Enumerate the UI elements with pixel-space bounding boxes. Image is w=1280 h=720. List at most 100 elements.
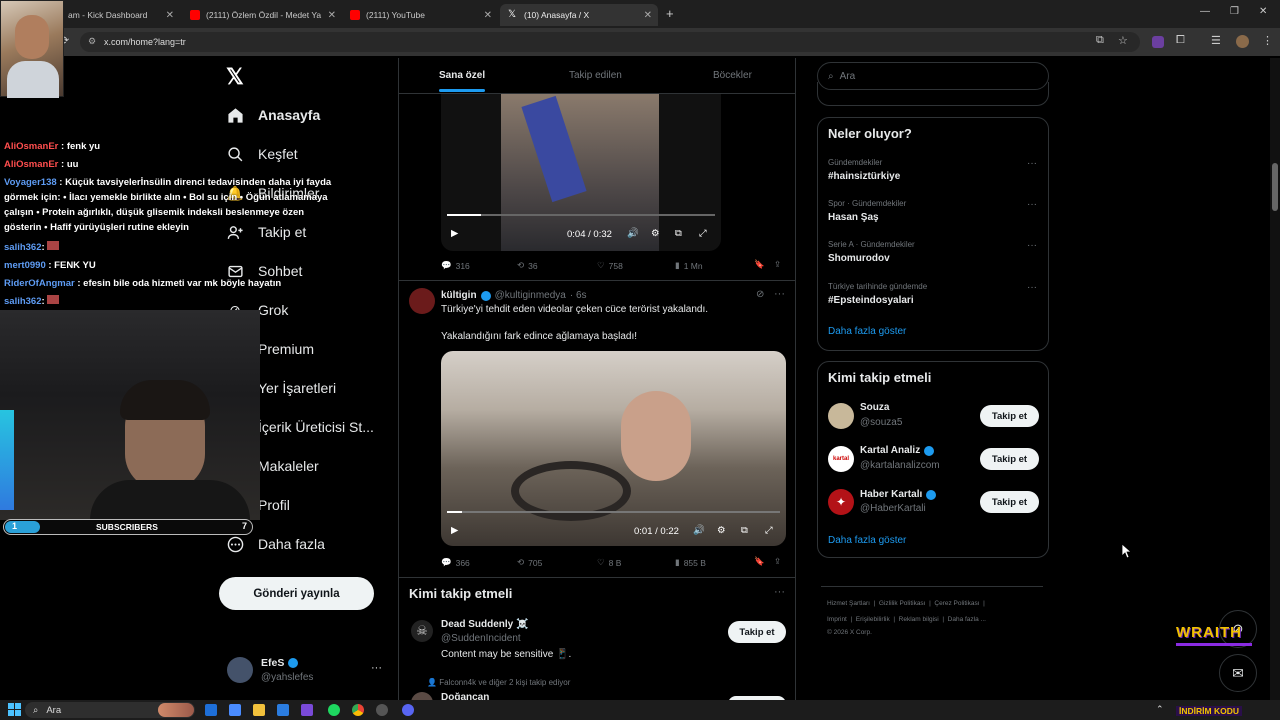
volume-icon[interactable]: 🔊: [627, 228, 639, 239]
close-icon[interactable]: ✕: [644, 10, 652, 21]
tab-search-icon[interactable]: ☰: [1211, 34, 1221, 47]
browser-menu-icon[interactable]: ⋮: [1262, 34, 1273, 47]
scrollbar-thumb[interactable]: [1272, 163, 1278, 211]
obs-icon[interactable]: [376, 704, 388, 716]
discord-icon[interactable]: [402, 704, 414, 716]
account-avatar[interactable]: [227, 657, 253, 683]
nav-more[interactable]: Daha fazla: [226, 535, 325, 553]
app-icon[interactable]: [301, 704, 313, 716]
messages-button[interactable]: ✉: [1219, 654, 1257, 692]
fullscreen-icon[interactable]: ⤢: [699, 228, 707, 239]
scrollbar[interactable]: [1270, 58, 1280, 700]
bookmark-icon[interactable]: 🔖: [754, 259, 765, 270]
bookmark-icon[interactable]: 🔖: [754, 556, 765, 567]
store-icon[interactable]: [277, 704, 289, 716]
fullscreen-icon[interactable]: ⤢: [765, 525, 773, 536]
pip-icon[interactable]: ⧉: [675, 228, 682, 239]
play-icon[interactable]: ▶: [451, 525, 458, 536]
volume-icon[interactable]: 🔊: [693, 525, 705, 536]
repost-action[interactable]: ⟲ 705: [517, 557, 542, 568]
install-app-icon[interactable]: ⧉: [1096, 34, 1104, 47]
follow-show-more[interactable]: Daha fazla göster: [828, 535, 906, 546]
post-button[interactable]: Gönderi yayınla: [219, 577, 374, 610]
taskview-icon[interactable]: [205, 704, 217, 716]
like-action[interactable]: ♡ 758: [597, 260, 623, 271]
post1-video[interactable]: ▶ 0:04 / 0:32 🔊 ⚙ ⧉ ⤢: [441, 94, 721, 251]
trend-item[interactable]: Gündemdekiler #hainsiztürkiye: [828, 158, 900, 182]
footer-links-2[interactable]: Imprint | Erişilebilirlik | Reklam bilgi…: [827, 616, 986, 623]
user-avatar[interactable]: ✦: [828, 489, 854, 515]
more-icon[interactable]: ···: [1027, 240, 1037, 251]
post2-video[interactable]: ▶ 0:01 / 0:22 🔊 ⚙ ⧉ ⤢: [441, 351, 786, 546]
grok-icon[interactable]: ⊘: [756, 289, 764, 300]
more-icon[interactable]: ···: [1027, 282, 1037, 293]
account-name[interactable]: EfeS: [261, 657, 299, 669]
settings-icon[interactable]: ⚙: [717, 525, 726, 536]
pip-icon[interactable]: ⧉: [741, 525, 748, 536]
nav-home[interactable]: Anasayfa: [226, 106, 320, 124]
close-icon[interactable]: ✕: [484, 10, 492, 21]
chrome-icon[interactable]: [352, 704, 364, 716]
more-icon[interactable]: ···: [774, 288, 785, 300]
url-field[interactable]: ⚙ x.com/home?lang=tr: [80, 32, 1140, 52]
footer-links[interactable]: Hizmet Şartları | Gizlilik Politikası | …: [827, 600, 985, 607]
settings-icon[interactable]: ⚙: [651, 228, 660, 239]
tab-kick-dashboard[interactable]: am - Kick Dashboard ✕: [60, 4, 180, 26]
bookmark-star-icon[interactable]: ☆: [1118, 34, 1128, 47]
like-action[interactable]: ♡ 8 B: [597, 557, 621, 568]
trend-item[interactable]: Serie A · Gündemdekiler Shomurodov: [828, 240, 915, 264]
window-close-icon[interactable]: ✕: [1259, 6, 1267, 17]
views-action[interactable]: ▮ 855 B: [675, 557, 706, 568]
extensions-puzzle-icon[interactable]: ⧠: [1176, 34, 1185, 47]
x-logo-icon[interactable]: 𝕏: [226, 64, 244, 90]
follow-button[interactable]: Takip et: [980, 405, 1039, 427]
close-icon[interactable]: ✕: [166, 10, 174, 21]
new-tab-icon[interactable]: +: [666, 6, 674, 21]
suggested-user-avatar[interactable]: ☠: [411, 620, 433, 642]
more-icon[interactable]: ···: [1027, 199, 1037, 210]
account-menu-icon[interactable]: ···: [371, 662, 382, 674]
more-icon[interactable]: ···: [774, 586, 785, 598]
site-info-icon[interactable]: ⚙: [88, 36, 96, 47]
more-icon[interactable]: ···: [1027, 158, 1037, 169]
trend-item[interactable]: Spor · Gündemdekiler Hasan Şaş: [828, 199, 906, 223]
copilot-icon[interactable]: [229, 704, 241, 716]
tray-chevron-icon[interactable]: ⌃: [1156, 704, 1164, 715]
reply-action[interactable]: 💬 366: [441, 557, 470, 568]
spotify-icon[interactable]: [328, 704, 340, 716]
windows-start-icon[interactable]: [8, 703, 21, 716]
reply-action[interactable]: 💬 316: [441, 260, 470, 271]
share-icon[interactable]: ⇪: [774, 259, 781, 270]
author-handle[interactable]: @kultiginmedya: [495, 290, 566, 301]
tab-bugs[interactable]: Böcekler: [713, 70, 752, 81]
user-avatar[interactable]: [828, 403, 854, 429]
tab-x-home[interactable]: 𝕏 (10) Anasayfa / X ✕: [500, 4, 658, 26]
follow-button[interactable]: Takip et: [980, 491, 1039, 513]
post2-avatar[interactable]: [409, 288, 435, 314]
views-action[interactable]: ▮ 1 Mn: [675, 260, 703, 271]
restore-icon[interactable]: ❐: [1230, 6, 1239, 17]
user-name-row[interactable]: Kartal Analiz: [860, 445, 935, 456]
repost-action[interactable]: ⟲ 36: [517, 260, 538, 271]
user-avatar[interactable]: kartal: [828, 446, 854, 472]
extension-icon[interactable]: [1152, 36, 1164, 48]
file-explorer-icon[interactable]: [253, 704, 265, 716]
user-name-row[interactable]: Haber Kartalı: [860, 489, 937, 500]
video-progress-track[interactable]: [447, 214, 715, 216]
author-name[interactable]: kültigin: [441, 290, 477, 301]
user-name[interactable]: Souza: [860, 402, 889, 413]
close-icon[interactable]: ✕: [328, 10, 336, 21]
tab-youtube[interactable]: (2111) YouTube ✕: [342, 4, 498, 26]
trend-item[interactable]: Türkiye tarihinde gündemde #Epsteindosyal…: [828, 282, 927, 306]
minimize-icon[interactable]: —: [1200, 6, 1210, 17]
tab-youtube-video[interactable]: (2111) Özlem Özdil - Medet Ya ✕: [182, 4, 342, 26]
share-icon[interactable]: ⇪: [774, 556, 781, 567]
profile-avatar-icon[interactable]: [1236, 35, 1249, 48]
suggested-user-name[interactable]: Dead Suddenly ☠️: [441, 619, 528, 630]
follow-button[interactable]: Takip et: [980, 448, 1039, 470]
tab-following[interactable]: Takip edilen: [569, 70, 622, 81]
tab-for-you[interactable]: Sana özel: [439, 70, 485, 81]
trends-show-more[interactable]: Daha fazla göster: [828, 326, 906, 337]
video-progress-track[interactable]: [447, 511, 780, 513]
play-icon[interactable]: ▶: [451, 228, 458, 239]
